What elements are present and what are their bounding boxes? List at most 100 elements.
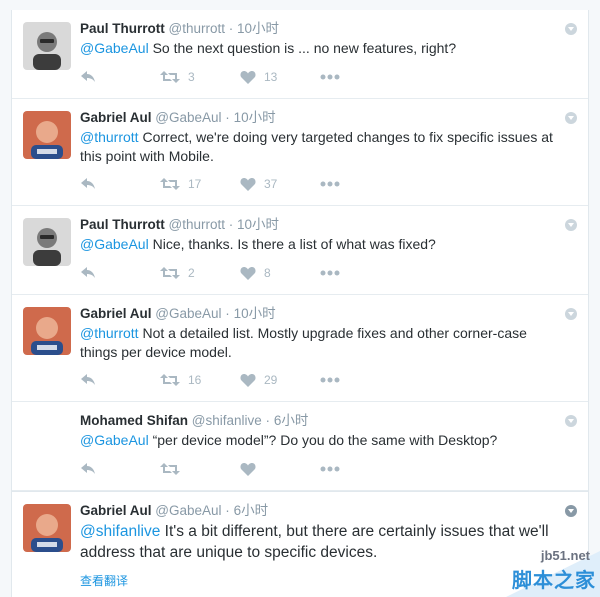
avatar[interactable] (23, 504, 71, 552)
tweet-body: Nice, thanks. Is there a list of what wa… (148, 236, 436, 252)
reply-button[interactable] (80, 373, 160, 387)
timestamp[interactable]: 10小时 (237, 217, 279, 232)
more-button[interactable] (320, 270, 340, 276)
conversation-timeline: Paul Thurrott @thurrott · 10小时 @GabeAul … (11, 10, 589, 597)
like-button[interactable] (240, 462, 320, 476)
more-caret-icon[interactable] (565, 308, 577, 320)
timestamp[interactable]: 10小时 (234, 110, 276, 125)
reply-button[interactable] (80, 266, 160, 280)
retweet-icon (160, 462, 180, 476)
more-button[interactable] (320, 377, 340, 383)
reply-button[interactable] (80, 70, 160, 84)
retweet-count: 2 (188, 265, 195, 280)
reply-icon (80, 462, 96, 476)
mention-link[interactable]: @thurrott (80, 129, 139, 145)
more-dots-icon (320, 377, 340, 383)
tweet-body: “per device model”? Do you do the same w… (148, 432, 498, 448)
site-watermark: jb51.net 脚本之家 (498, 545, 600, 597)
more-dots-icon (320, 270, 340, 276)
tweet-text: @GabeAul “per device model”? Do you do t… (80, 431, 578, 450)
tweet-header: Gabriel Aul @GabeAul · 10小时 (80, 305, 578, 323)
reply-icon (80, 177, 96, 191)
retweet-button[interactable] (160, 462, 240, 476)
like-button[interactable]: 8 (240, 266, 320, 280)
timestamp[interactable]: 6小时 (234, 503, 269, 518)
retweet-icon (160, 373, 180, 387)
mention-link[interactable]: @GabeAul (80, 432, 149, 448)
tweet-header: Paul Thurrott @thurrott · 10小时 (80, 216, 578, 234)
tweet[interactable]: Paul Thurrott @thurrott · 10小时 @GabeAul … (12, 10, 588, 99)
reply-button[interactable] (80, 462, 160, 476)
retweet-button[interactable]: 2 (160, 266, 240, 280)
tweet-header: Paul Thurrott @thurrott · 10小时 (80, 20, 578, 38)
tweet[interactable]: Gabriel Aul @GabeAul · 10小时 @thurrott No… (12, 295, 588, 402)
author-handle[interactable]: @shifanlive (192, 413, 262, 428)
like-count: 29 (264, 373, 278, 387)
tweet[interactable]: Gabriel Aul @GabeAul · 10小时 @thurrott Co… (12, 99, 588, 206)
author-handle[interactable]: @GabeAul (155, 503, 221, 518)
heart-icon (240, 462, 256, 476)
more-caret-icon[interactable] (565, 219, 577, 231)
retweet-icon (160, 177, 180, 191)
watermark-text: 脚本之家 (512, 568, 596, 592)
more-button[interactable] (320, 466, 340, 472)
author-name[interactable]: Mohamed Shifan (80, 413, 188, 428)
reply-button[interactable] (80, 177, 160, 191)
author-handle[interactable]: @GabeAul (155, 306, 221, 321)
retweet-icon (160, 70, 180, 84)
author-handle[interactable]: @GabeAul (155, 110, 221, 125)
tweet-text: @GabeAul So the next question is ... no … (80, 39, 578, 58)
watermark-url: jb51.net (540, 548, 590, 563)
retweet-count: 3 (188, 69, 195, 84)
separator: · (225, 306, 230, 321)
tweet[interactable]: Paul Thurrott @thurrott · 10小时 @GabeAul … (12, 206, 588, 295)
action-bar: 2 8 (80, 254, 578, 292)
retweet-button[interactable]: 3 (160, 70, 240, 84)
avatar[interactable] (23, 22, 71, 70)
author-name[interactable]: Gabriel Aul (80, 503, 152, 518)
globe-icon[interactable] (565, 505, 577, 517)
like-button[interactable]: 29 (240, 373, 320, 387)
avatar[interactable] (23, 111, 71, 159)
mention-link[interactable]: @GabeAul (80, 40, 149, 56)
separator: · (225, 503, 230, 518)
retweet-button[interactable]: 16 (160, 373, 240, 387)
mention-link[interactable]: @shifanlive (80, 523, 160, 540)
tweet-body: Correct, we're doing very targeted chang… (80, 129, 553, 164)
timestamp[interactable]: 10小时 (237, 21, 279, 36)
separator: · (228, 21, 234, 36)
timestamp[interactable]: 10小时 (234, 306, 276, 321)
like-count: 8 (264, 265, 271, 280)
separator: · (265, 413, 271, 428)
author-name[interactable]: Gabriel Aul (80, 110, 152, 125)
tweet-body: Not a detailed list. Mostly upgrade fixe… (80, 325, 527, 360)
retweet-button[interactable]: 17 (160, 177, 240, 191)
like-count: 13 (264, 69, 278, 84)
author-handle[interactable]: @thurrott (169, 21, 225, 36)
more-caret-icon[interactable] (565, 112, 577, 124)
more-dots-icon (320, 181, 340, 187)
more-button[interactable] (320, 74, 340, 80)
author-name[interactable]: Paul Thurrott (80, 21, 165, 36)
mention-link[interactable]: @GabeAul (80, 236, 149, 252)
mention-link[interactable]: @thurrott (80, 325, 139, 341)
like-button[interactable]: 13 (240, 70, 320, 84)
tweet[interactable]: Mohamed Shifan @shifanlive · 6小时 @GabeAu… (12, 402, 588, 491)
more-caret-icon[interactable] (565, 23, 577, 35)
tweet-text: @thurrott Correct, we're doing very targ… (80, 128, 578, 165)
retweet-count: 17 (188, 177, 202, 191)
avatar[interactable] (23, 307, 71, 355)
more-caret-icon[interactable] (565, 415, 577, 427)
avatar[interactable] (23, 218, 71, 266)
tweet-body: So the next question is ... no new featu… (148, 40, 457, 56)
tweet-header: Mohamed Shifan @shifanlive · 6小时 (80, 412, 578, 430)
like-button[interactable]: 37 (240, 177, 320, 191)
more-button[interactable] (320, 181, 340, 187)
author-name[interactable]: Paul Thurrott (80, 217, 165, 232)
author-name[interactable]: Gabriel Aul (80, 306, 152, 321)
author-handle[interactable]: @thurrott (169, 217, 225, 232)
reply-icon (80, 266, 96, 280)
tweet-header: Gabriel Aul @GabeAul · 10小时 (80, 109, 578, 127)
timestamp[interactable]: 6小时 (274, 413, 309, 428)
tweet-header: Gabriel Aul @GabeAul · 6小时 (80, 502, 578, 520)
